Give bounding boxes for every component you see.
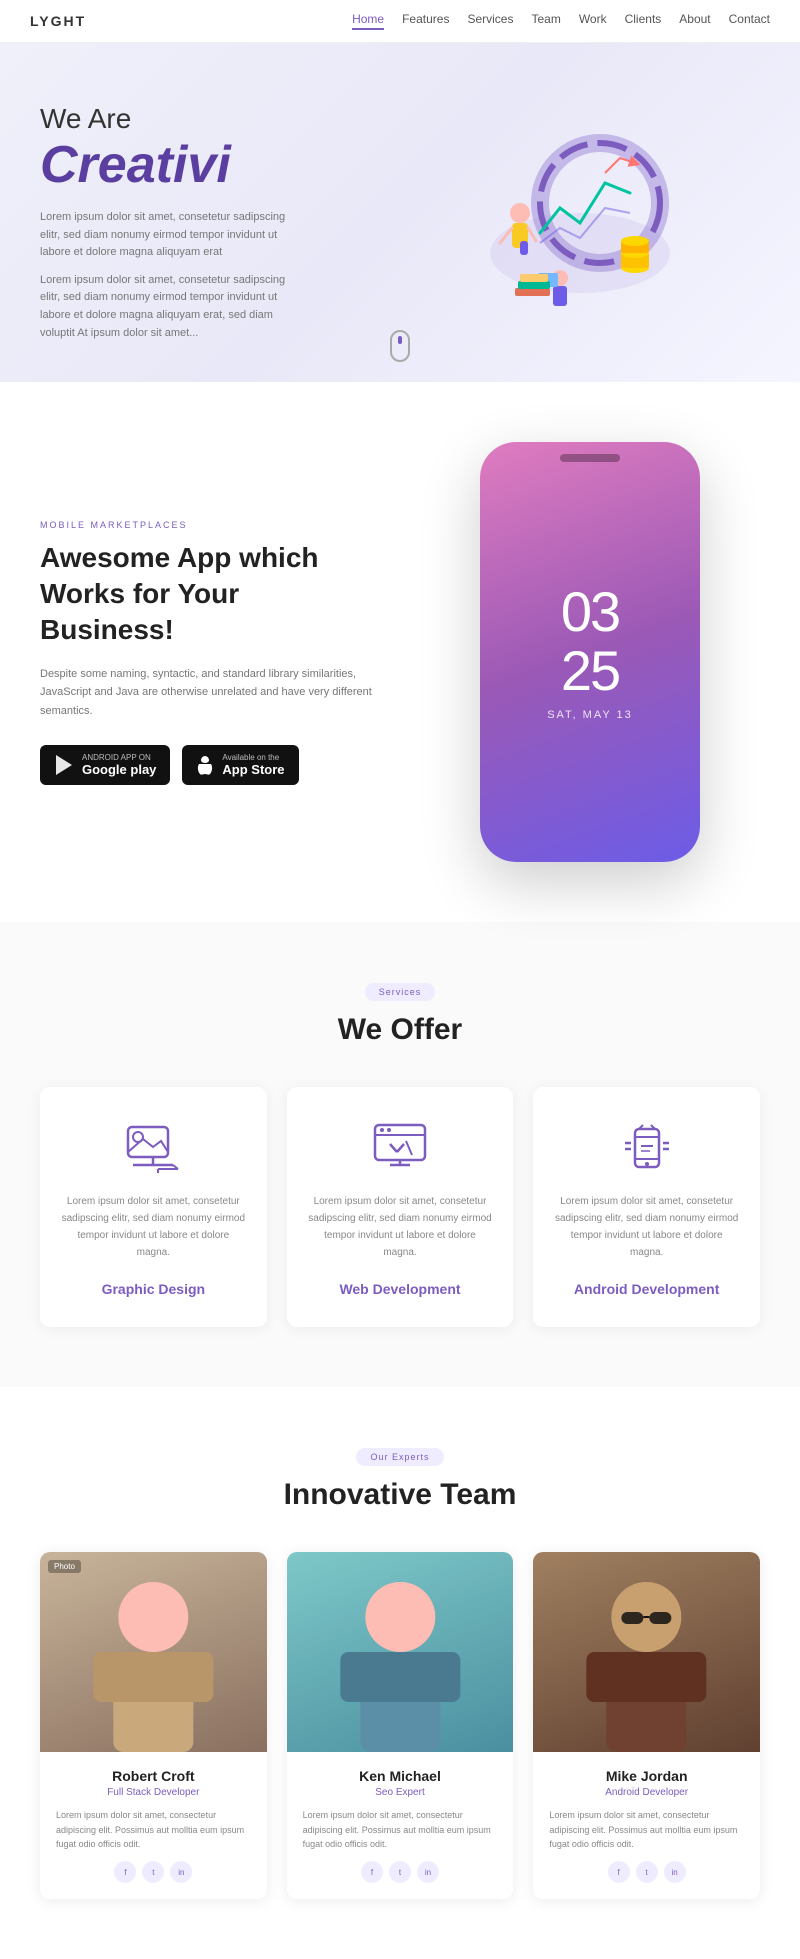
hero-text: We Are Creativi Lorem ipsum dolor sit am… — [40, 103, 400, 342]
team-name-mike: Mike Jordan — [549, 1768, 744, 1784]
hero-paragraph1: Lorem ipsum dolor sit amet, consetetur s… — [40, 209, 300, 262]
android-development-icon — [617, 1117, 677, 1177]
nav-team[interactable]: Team — [531, 12, 560, 30]
team-social-ken: f t in — [303, 1861, 498, 1883]
team-bio-ken: Lorem ipsum dolor sit amet, consectetur … — [303, 1808, 498, 1851]
team-bio-robert: Lorem ipsum dolor sit amet, consectetur … — [56, 1808, 251, 1851]
service-desc-graphic: Lorem ipsum dolor sit amet, consetetur s… — [60, 1193, 247, 1261]
team-tag: Our Experts — [356, 1448, 443, 1466]
nav-clients[interactable]: Clients — [625, 12, 662, 30]
navbar: LYGHT Home Features Services Team Work C… — [0, 0, 800, 43]
team-info-ken: Ken Michael Seo Expert Lorem ipsum dolor… — [287, 1752, 514, 1899]
nav-work[interactable]: Work — [579, 12, 607, 30]
service-desc-android: Lorem ipsum dolor sit amet, consetetur s… — [553, 1193, 740, 1261]
hero-creative-text: Creativi — [40, 135, 400, 195]
app-buttons: ANDROID APP ON Google play Available on … — [40, 745, 380, 785]
phone-date: SAT, MAY 13 — [547, 709, 633, 721]
services-grid: Lorem ipsum dolor sit amet, consetetur s… — [40, 1087, 760, 1327]
team-bio-mike: Lorem ipsum dolor sit amet, consectetur … — [549, 1808, 744, 1851]
hero-pre-text: We Are — [40, 103, 400, 135]
team-silhouette-robert — [40, 1552, 267, 1752]
team-role-mike: Android Developer — [549, 1787, 744, 1798]
social-fb-ken[interactable]: f — [361, 1861, 383, 1883]
team-silhouette-ken — [287, 1552, 514, 1752]
mobile-label: MOBILE MARKETPLACES — [40, 520, 380, 530]
team-info-robert: Robert Croft Full Stack Developer Lorem … — [40, 1752, 267, 1899]
services-tag: Services — [365, 983, 436, 1001]
team-section: Our Experts Innovative Team Photo Robert… — [0, 1387, 800, 1959]
mobile-description: Despite some naming, syntactic, and stan… — [40, 665, 380, 721]
logo: LYGHT — [30, 13, 86, 29]
services-section: Services We Offer Lorem ipsum dolor sit … — [0, 922, 800, 1387]
services-title: We Offer — [40, 1013, 760, 1047]
service-name-web: Web Development — [339, 1281, 460, 1297]
google-play-button[interactable]: ANDROID APP ON Google play — [40, 745, 170, 785]
social-tw-robert[interactable]: t — [142, 1861, 164, 1883]
service-name-android: Android Development — [574, 1281, 719, 1297]
service-card-web: Lorem ipsum dolor sit amet, consetetur s… — [287, 1087, 514, 1327]
web-development-icon — [370, 1117, 430, 1177]
nav-about[interactable]: About — [679, 12, 710, 30]
social-in-robert[interactable]: in — [170, 1861, 192, 1883]
team-social-robert: f t in — [56, 1861, 251, 1883]
social-in-mike[interactable]: in — [664, 1861, 686, 1883]
google-play-label: Google play — [82, 762, 156, 777]
team-photo-mike — [533, 1552, 760, 1752]
mobile-heading: Awesome App which Works for Your Busines… — [40, 540, 380, 649]
team-photo-robert: Photo — [40, 1552, 267, 1752]
team-silhouette-mike — [533, 1552, 760, 1752]
hero-paragraph2: Lorem ipsum dolor sit amet, consetetur s… — [40, 272, 300, 342]
google-play-icon — [54, 754, 74, 776]
team-name-robert: Robert Croft — [56, 1768, 251, 1784]
social-in-ken[interactable]: in — [417, 1861, 439, 1883]
hero-illustration — [460, 113, 700, 333]
nav-contact[interactable]: Contact — [729, 12, 770, 30]
team-card-ken: Ken Michael Seo Expert Lorem ipsum dolor… — [287, 1552, 514, 1899]
team-role-robert: Full Stack Developer — [56, 1787, 251, 1798]
team-photo-overlay: Photo — [48, 1560, 81, 1573]
social-tw-ken[interactable]: t — [389, 1861, 411, 1883]
team-social-mike: f t in — [549, 1861, 744, 1883]
service-card-android: Lorem ipsum dolor sit amet, consetetur s… — [533, 1087, 760, 1327]
service-desc-web: Lorem ipsum dolor sit amet, consetetur s… — [307, 1193, 494, 1261]
team-photo-ken — [287, 1552, 514, 1752]
mobile-text: MOBILE MARKETPLACES Awesome App which Wo… — [40, 520, 380, 785]
hero-section: We Are Creativi Lorem ipsum dolor sit am… — [0, 43, 800, 382]
team-info-mike: Mike Jordan Android Developer Lorem ipsu… — [533, 1752, 760, 1899]
team-role-ken: Seo Expert — [303, 1787, 498, 1798]
service-name-graphic: Graphic Design — [102, 1281, 205, 1297]
graphic-design-icon — [123, 1117, 183, 1177]
app-store-button[interactable]: Available on the App Store — [182, 745, 298, 785]
phone-wrap: 0325 SAT, MAY 13 — [420, 442, 760, 862]
hero-illustration-wrap — [400, 113, 760, 333]
social-fb-mike[interactable]: f — [608, 1861, 630, 1883]
app-store-label: App Store — [222, 762, 284, 777]
social-tw-mike[interactable]: t — [636, 1861, 658, 1883]
nav-links: Home Features Services Team Work Clients… — [352, 12, 770, 30]
phone-time: 0325 — [561, 583, 619, 701]
team-name-ken: Ken Michael — [303, 1768, 498, 1784]
team-title: Innovative Team — [40, 1478, 760, 1512]
nav-services[interactable]: Services — [467, 12, 513, 30]
google-pre-label: ANDROID APP ON — [82, 753, 156, 762]
team-card-robert: Photo Robert Croft Full Stack Developer … — [40, 1552, 267, 1899]
apple-pre-label: Available on the — [222, 753, 284, 762]
service-card-graphic: Lorem ipsum dolor sit amet, consetetur s… — [40, 1087, 267, 1327]
nav-features[interactable]: Features — [402, 12, 449, 30]
phone-mockup: 0325 SAT, MAY 13 — [480, 442, 700, 862]
team-card-mike: Mike Jordan Android Developer Lorem ipsu… — [533, 1552, 760, 1899]
team-grid: Photo Robert Croft Full Stack Developer … — [40, 1552, 760, 1899]
apple-icon — [196, 754, 214, 776]
nav-home[interactable]: Home — [352, 12, 384, 30]
mobile-section: MOBILE MARKETPLACES Awesome App which Wo… — [0, 382, 800, 922]
social-fb-robert[interactable]: f — [114, 1861, 136, 1883]
